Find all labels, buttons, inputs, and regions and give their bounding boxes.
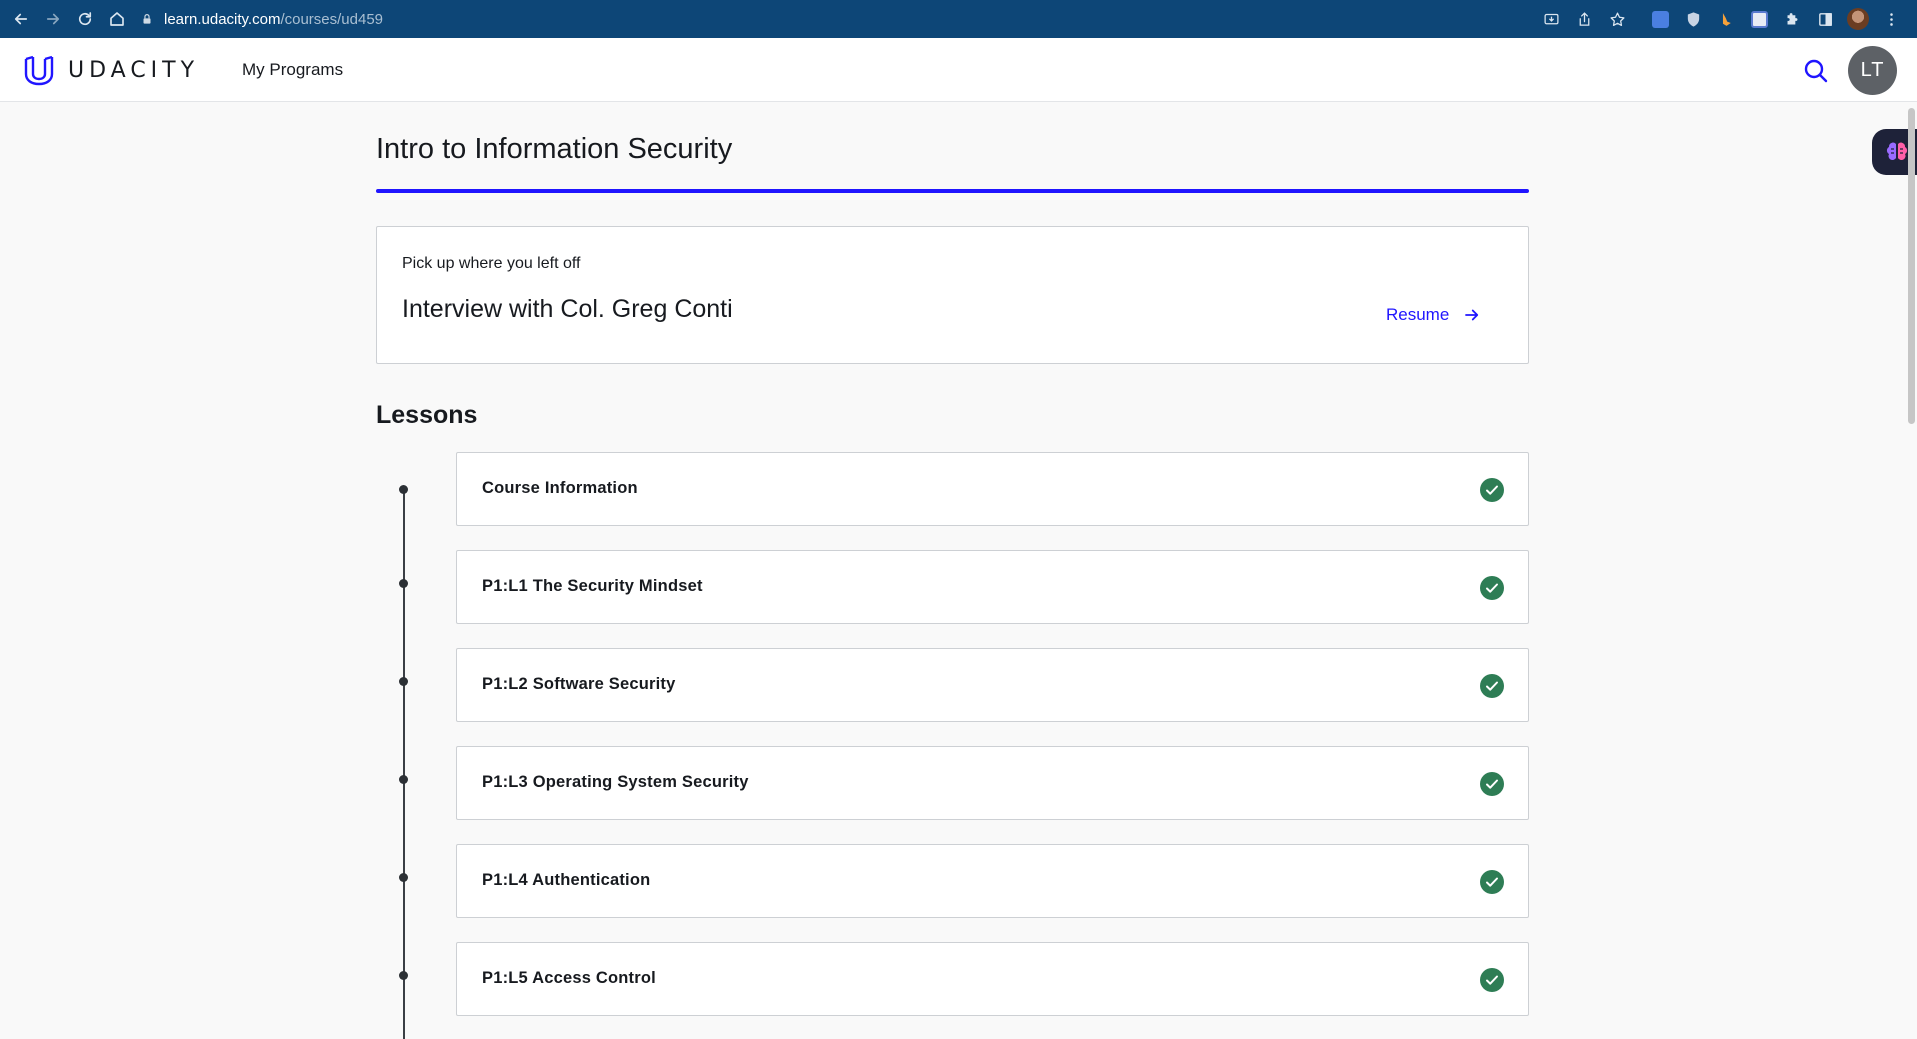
my-programs-link[interactable]: My Programs [242,60,343,80]
completed-check-icon [1480,674,1504,698]
resume-label: Resume [1386,305,1450,324]
lesson-card-access-control[interactable]: P1:L5 Access Control [456,942,1529,1016]
side-panel-icon[interactable] [1813,7,1837,31]
lesson-card-authentication[interactable]: P1:L4 Authentication [456,844,1529,918]
completed-check-icon [1480,576,1504,600]
course-title: Intro to Information Security [376,133,733,165]
title-underline [376,189,1529,193]
forward-arrow-icon[interactable] [37,3,69,35]
lock-icon [143,14,151,24]
timeline-dot [399,775,408,784]
lesson-title: P1:L2 Software Security [482,675,676,693]
last-lesson-title: Interview with Col. Greg Conti [402,295,733,323]
timeline-dot [399,485,408,494]
lesson-timeline [403,490,405,1039]
timeline-dot [399,579,408,588]
timeline-dot [399,971,408,980]
install-app-icon[interactable] [1539,7,1563,31]
bookmark-star-icon[interactable] [1605,7,1629,31]
translate-extension-icon[interactable] [1648,7,1672,31]
lesson-card-course-information[interactable]: Course Information [456,452,1529,526]
lesson-title: P1:L4 Authentication [482,871,651,889]
lesson-title: Course Information [482,479,638,497]
profile-avatar-icon[interactable] [1846,7,1870,31]
lesson-card-security-mindset[interactable]: P1:L1 The Security Mindset [456,550,1529,624]
url-path: /courses/ud459 [280,10,384,28]
bing-extension-icon[interactable] [1714,7,1738,31]
puzzle-extensions-icon[interactable] [1780,7,1804,31]
resume-button[interactable]: Resume [1386,305,1481,325]
lessons-heading: Lessons [376,401,478,429]
scrollbar-thumb[interactable] [1908,108,1915,424]
back-arrow-icon[interactable] [5,3,37,35]
timeline-dot [399,873,408,882]
mail-extension-icon[interactable] [1747,7,1771,31]
arrow-right-icon [1465,309,1479,321]
lesson-card-software-security[interactable]: P1:L2 Software Security [456,648,1529,722]
completed-check-icon [1480,478,1504,502]
udacity-logo[interactable]: UDACITY [22,53,199,87]
lesson-title: P1:L5 Access Control [482,969,656,987]
resume-card: Pick up where you left off Interview wit… [376,226,1529,364]
completed-check-icon [1480,968,1504,992]
url-host: learn.udacity.com [164,10,281,28]
reload-icon[interactable] [69,3,101,35]
more-menu-icon[interactable] [1879,7,1903,31]
lesson-title: P1:L3 Operating System Security [482,773,749,791]
logo-text: UDACITY [68,57,200,83]
share-icon[interactable] [1572,7,1596,31]
lesson-title: P1:L1 The Security Mindset [482,577,703,595]
lesson-card-os-security[interactable]: P1:L3 Operating System Security [456,746,1529,820]
home-icon[interactable] [101,3,133,35]
search-icon[interactable] [1803,58,1829,84]
site-header: UDACITY My Programs LT [0,38,1917,102]
completed-check-icon [1480,870,1504,894]
udacity-logo-icon [24,55,54,86]
shield-extension-icon[interactable] [1681,7,1705,31]
user-avatar[interactable]: LT [1848,46,1897,95]
address-bar[interactable]: learn.udacity.com/courses/ud459 [140,5,1640,33]
timeline-dot [399,677,408,686]
completed-check-icon [1480,772,1504,796]
pickup-label: Pick up where you left off [402,255,581,272]
browser-toolbar: learn.udacity.com/courses/ud459 [0,0,1917,38]
url-text: learn.udacity.com/courses/ud459 [164,11,383,28]
